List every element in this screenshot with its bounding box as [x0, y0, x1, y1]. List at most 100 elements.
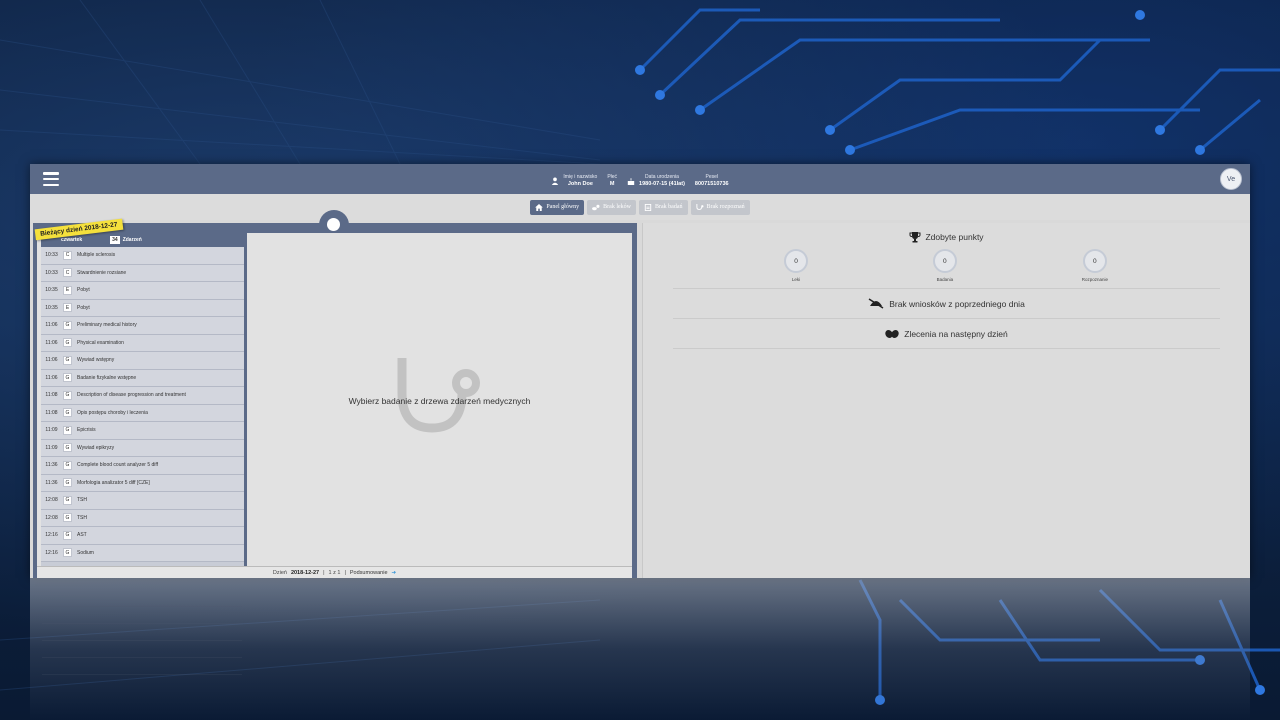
patient-name-field: Imię i nazwisko John Doe [551, 174, 597, 188]
medical-events-list[interactable]: czwartek 34 Zdarzeń 10:33 C Multiple sclero… [41, 233, 247, 568]
event-time: 11:09 [45, 444, 58, 451]
orders-next-day-section[interactable]: Zlecenia na następny dzień [643, 319, 1250, 348]
event-time: 12:16 [45, 549, 58, 556]
nav-label: Brak badań [655, 204, 683, 210]
event-time: 11:08 [45, 392, 58, 399]
event-row[interactable]: 11:06 G Physical examination [41, 334, 244, 352]
event-time: 12:08 [45, 514, 58, 521]
events-panel-body: Bieżący dzień 2018-12-27 czwartek 34 Zdar… [34, 218, 632, 578]
event-title: Stwardnienie rozsiane [77, 269, 127, 276]
event-title: Pobyt [77, 304, 90, 311]
hamburger-menu-icon[interactable] [43, 172, 59, 186]
events-count: 34 [110, 236, 120, 244]
nav-button-no-drugs[interactable]: Brak leków [587, 199, 636, 215]
event-kind-badge: G [63, 408, 72, 418]
patient-info: Imię i nazwisko John Doe Płeć M Data uro… [551, 174, 729, 188]
event-row[interactable]: 12:08 G TSH [41, 509, 244, 527]
event-kind-badge: G [63, 390, 72, 400]
patient-sex-field: Płeć M [607, 174, 617, 188]
event-row[interactable]: 11:08 G Opis postępu choroby i leczenia [41, 404, 244, 422]
event-kind-badge: C [63, 268, 72, 278]
points-value: 0 [1082, 249, 1107, 273]
event-row[interactable]: 10:35 E Pobyt [41, 282, 244, 300]
top-header-bar: Imię i nazwisko John Doe Płeć M Data uro… [30, 164, 1250, 194]
points-label: Badania [936, 277, 954, 282]
summary-link[interactable]: Podsumowanie [350, 570, 388, 576]
reflection-row [42, 658, 242, 675]
event-time: 11:06 [45, 357, 58, 364]
patient-dob-label: Data urodzenia [645, 174, 679, 180]
event-title: Physical examination [77, 339, 124, 346]
event-time: 10:35 [45, 304, 58, 311]
points-tests: 0 Badania [932, 249, 957, 282]
event-kind-badge: G [63, 373, 72, 383]
event-row[interactable]: 11:36 G Morfologia analizator 5 diff [CZE] [41, 474, 244, 492]
event-time: 11:09 [45, 427, 58, 434]
event-title: Epicrisis [77, 427, 96, 434]
reflection-row [42, 590, 242, 607]
event-title: Pobyt [77, 287, 90, 294]
event-row[interactable]: 11:09 G Wywiad epikryzy [41, 439, 244, 457]
event-kind-badge: G [63, 513, 72, 523]
no-requests-icon [868, 298, 884, 309]
clipboard-icon [644, 203, 652, 211]
no-requests-section[interactable]: Brak wniosków z poprzedniego dnia [643, 289, 1250, 318]
event-row[interactable]: 10:33 C Multiple sclerosis [41, 247, 244, 265]
event-time: 10:33 [45, 269, 58, 276]
user-icon [552, 177, 559, 185]
footer-day-label: Dzień [272, 569, 287, 576]
scoring-panel: Zdobyte punkty 0 Leki 0 Badania 0 Rozpoz… [642, 223, 1250, 578]
nav-button-no-tests[interactable]: Brak badań [639, 199, 688, 215]
event-row[interactable]: 12:08 G TSH [41, 492, 244, 510]
points-diagnosis: 0 Rozpoznanie [1082, 249, 1108, 282]
event-title: Complete blood count analyzer 5 diff [77, 462, 159, 469]
events-rows: 10:33 C Multiple sclerosis 10:33 C Stwardnien… [41, 247, 244, 562]
event-time: 11:06 [45, 322, 58, 329]
arrow-right-icon[interactable]: ➔ [392, 570, 397, 576]
points-value: 0 [784, 249, 808, 273]
event-title: TSH [77, 497, 87, 504]
user-avatar[interactable]: Ve [1220, 168, 1242, 190]
events-count-wrap: 34 Zdarzeń [110, 236, 142, 244]
nav-button-main-panel[interactable]: Panel główny [530, 199, 585, 215]
nav-label: Brak leków [603, 204, 631, 210]
pills-icon [885, 329, 899, 339]
event-kind-badge: G [63, 495, 72, 505]
event-row[interactable]: 11:08 G Description of disease progression… [41, 387, 244, 405]
event-row[interactable]: 11:09 G Epicrisis [41, 422, 244, 440]
event-row[interactable]: 10:35 E Pobyt [41, 299, 244, 317]
day-name: czwartek [61, 237, 83, 243]
main-navigation: Panel główny Brak leków Brak badań Brak … [30, 194, 1250, 220]
event-time: 11:36 [45, 462, 58, 469]
no-requests-text: Brak wniosków z poprzedniego dnia [889, 298, 1025, 309]
trophy-icon [909, 232, 921, 243]
event-row[interactable]: 12:16 G Sodium [41, 544, 244, 562]
event-row[interactable]: 11:06 G Badanie fizykalne wstępne [41, 369, 244, 387]
footer-separator: | [323, 569, 325, 576]
event-kind-badge: G [63, 355, 72, 365]
event-row[interactable]: 11:06 G Preliminary medical history [41, 317, 244, 335]
event-kind-badge: G [63, 320, 72, 330]
patient-name-label: Imię i nazwisko [563, 174, 598, 180]
event-title: TSH [77, 514, 87, 521]
event-time: 12:08 [45, 497, 58, 504]
nav-label: Panel główny [546, 204, 580, 210]
event-row[interactable]: 12:16 G AST [41, 527, 244, 545]
reflection-rows [42, 590, 242, 675]
footer-separator: | [344, 569, 346, 576]
event-title: Morfologia analizator 5 diff [CZE] [77, 479, 150, 486]
event-title: AST [77, 532, 87, 539]
nav-button-no-diagnoses[interactable]: Brak rozpoznań [690, 199, 750, 215]
patient-name-value: John Doe [567, 181, 593, 187]
footer-day-value: 2018-12-27 [290, 569, 320, 576]
points-label: Rozpoznanie [1081, 277, 1108, 282]
event-title: Badanie fizykalne wstępne [77, 374, 137, 381]
event-kind-badge: G [63, 338, 72, 348]
points-label: Leki [791, 277, 801, 282]
event-time: 11:08 [45, 409, 58, 416]
event-row[interactable]: 11:36 G Complete blood count analyzer 5 di… [41, 457, 244, 475]
event-row[interactable]: 11:06 G Wywiad wstępny [41, 352, 244, 370]
event-row[interactable]: 10:33 C Stwardnienie rozsiane [41, 264, 244, 282]
application-window: Imię i nazwisko John Doe Płeć M Data uro… [30, 164, 1250, 578]
event-time: 11:06 [45, 339, 58, 346]
